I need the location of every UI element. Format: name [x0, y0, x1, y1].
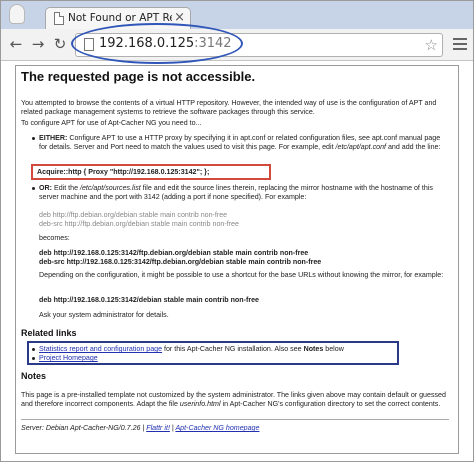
deb-new-line: deb http://192.168.0.125:3142/ftp.debian…: [39, 249, 309, 257]
reload-button[interactable]: ↻: [51, 35, 69, 53]
stats-link-item: Statistics report and configuration page…: [39, 345, 344, 354]
forward-button[interactable]: →: [29, 35, 47, 53]
browser-window: Not Found or APT Reco × ← → ↻ 192.168.0.…: [0, 0, 474, 462]
page-icon: [54, 12, 64, 25]
address-bar[interactable]: 192.168.0.125:3142 ☆: [75, 33, 443, 57]
divider: [21, 419, 449, 420]
url-text[interactable]: 192.168.0.125:3142: [99, 36, 232, 51]
stats-link-after: for this Apt-Cacher NG installation. Als…: [162, 345, 304, 353]
becomes-text: becomes:: [39, 234, 70, 242]
apt-cacher-homepage-link[interactable]: Apt-Cacher NG homepage: [175, 424, 259, 432]
project-homepage-link[interactable]: Project Homepage: [39, 354, 98, 362]
notes-ref: Notes: [303, 345, 324, 353]
menu-icon[interactable]: [453, 35, 467, 53]
admin-text: Ask your system administrator for detail…: [39, 311, 169, 319]
acquire-line: Acquire::http { Proxy "http://192.168.0.…: [37, 168, 210, 176]
depending-paragraph: Depending on the configuration, it might…: [39, 271, 444, 279]
url-port: :3142: [194, 36, 232, 51]
intro-paragraph: You attempted to browse the contents of …: [21, 99, 437, 116]
bullet-icon: [32, 137, 35, 140]
or-paragraph: OR: Edit the /etc/apt/sources.list file …: [39, 184, 449, 202]
either-label: EITHER:: [39, 134, 68, 142]
config-intro: To configure APT for use of Apt-Cacher N…: [21, 119, 202, 127]
either-path: /etc/apt/apt.conf: [335, 142, 387, 151]
either-text-2: and add the line:: [386, 142, 441, 151]
notes-paragraph: This page is a pre-installed template no…: [21, 391, 449, 409]
profile-icon[interactable]: [9, 4, 25, 24]
bookmark-star-icon[interactable]: ☆: [425, 36, 438, 54]
or-label: OR:: [39, 184, 53, 192]
deb-src-old-line: deb-src http://ftp.debian.org/debian sta…: [39, 219, 239, 228]
page-icon: [84, 38, 94, 51]
bullet-icon: [32, 357, 35, 360]
notes-text-2: in Apt-Cacher NG's configuration directo…: [220, 399, 441, 408]
stats-report-link[interactable]: Statistics report and configuration page: [39, 345, 162, 353]
homepage-link-item: Project Homepage: [39, 354, 98, 363]
back-button[interactable]: ←: [7, 35, 25, 53]
footer: Server: Debian Apt-Cacher-NG/0.7.26 | Fl…: [21, 424, 259, 433]
page-title: The requested page is not accessible.: [21, 69, 256, 84]
tab-title: Not Found or APT Reco: [68, 12, 172, 24]
shortcut-line: deb http://192.168.0.125:3142/debian sta…: [39, 296, 259, 304]
footer-server: Server: Debian Apt-Cacher-NG/0.7.26 |: [21, 424, 147, 432]
notes-file: userinfo.html: [179, 399, 221, 408]
notes-ref-after: below: [323, 345, 344, 353]
deb-src-new-line: deb-src http://192.168.0.125:3142/ftp.de…: [39, 257, 322, 266]
url-host: 192.168.0.125: [99, 36, 195, 51]
new-sources: deb http://192.168.0.125:3142/ftp.debian…: [39, 249, 321, 267]
related-links-heading: Related links: [21, 328, 77, 338]
deb-old-line: deb http://ftp.debian.org/debian stable …: [39, 211, 228, 219]
old-sources: deb http://ftp.debian.org/debian stable …: [39, 211, 239, 229]
flattr-link[interactable]: Flattr it!: [146, 424, 170, 432]
tab-active[interactable]: Not Found or APT Reco ×: [45, 7, 191, 30]
or-path: /etc/apt/sources.list: [80, 184, 141, 192]
tab-strip: Not Found or APT Reco ×: [1, 1, 473, 30]
bullet-icon: [32, 187, 35, 190]
either-paragraph: EITHER: Configure APT to use a HTTP prox…: [39, 134, 449, 152]
toolbar: ← → ↻ 192.168.0.125:3142 ☆: [1, 29, 473, 61]
close-icon[interactable]: ×: [174, 10, 185, 25]
notes-heading: Notes: [21, 371, 47, 381]
or-text-1: Edit the: [52, 184, 81, 192]
bullet-icon: [32, 348, 35, 351]
page-content: The requested page is not accessible. Yo…: [15, 65, 459, 453]
